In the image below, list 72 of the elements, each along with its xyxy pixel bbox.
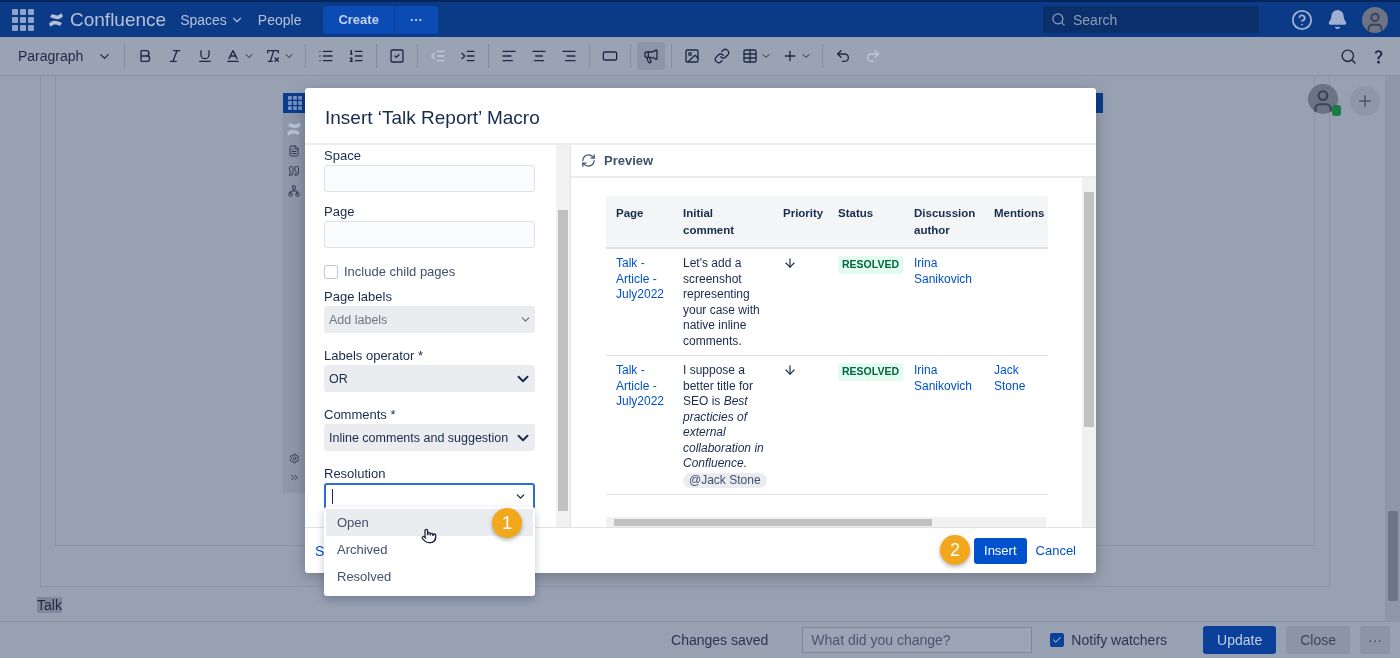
- hand-cursor-icon: [421, 528, 437, 544]
- change-comment-field[interactable]: What did you change?: [802, 627, 1033, 653]
- paragraph-style-dropdown[interactable]: Paragraph: [12, 48, 119, 64]
- page-link[interactable]: Talk - Article - July2022: [616, 256, 669, 303]
- quote-icon: [288, 165, 300, 177]
- field-label: Space: [324, 148, 362, 163]
- avatar[interactable]: [1362, 6, 1388, 33]
- mention-link[interactable]: Jack Stone: [994, 363, 1044, 394]
- presence-badge: [1332, 105, 1341, 116]
- update-button[interactable]: Update: [1203, 626, 1277, 654]
- comment-text: Let's add a screenshot representing your case with native inline comments.: [683, 256, 760, 348]
- page-icon: [288, 145, 300, 157]
- field-label: Comments *: [324, 407, 397, 422]
- field-label: Page: [324, 204, 356, 219]
- page-link[interactable]: Talk - Article - July2022: [616, 363, 669, 410]
- notify-checkbox[interactable]: [1050, 633, 1065, 647]
- field-label: Labels operator *: [324, 348, 424, 363]
- status-lozenge: RESOLVED: [838, 363, 903, 381]
- select-field[interactable]: Add labels: [324, 306, 535, 333]
- horizontal-scrollbar[interactable]: [606, 517, 1046, 527]
- check-icon: [1052, 635, 1063, 645]
- chevrons-right-icon: [288, 472, 300, 483]
- text-field[interactable]: [324, 221, 535, 248]
- notification-icon[interactable]: [1327, 9, 1348, 30]
- product-name[interactable]: Confluence: [70, 8, 167, 31]
- paragraph-style-label: Paragraph: [18, 48, 84, 64]
- app-switcher-icon[interactable]: [12, 8, 34, 31]
- refresh-icon[interactable]: [581, 153, 596, 168]
- select-field[interactable]: Inline comments and suggestion: [324, 424, 535, 451]
- confluence-logo-icon: [48, 11, 64, 28]
- megaphone-tool-button[interactable]: [637, 42, 666, 70]
- confluence-logo-icon: [286, 121, 302, 137]
- notify-label: Notify watchers: [1071, 632, 1168, 648]
- help-icon[interactable]: [1291, 8, 1313, 31]
- preview-title: Preview: [604, 153, 654, 168]
- search-icon: [1339, 47, 1357, 65]
- cancel-link[interactable]: Cancel: [1035, 543, 1076, 558]
- field-label: Resolution: [324, 466, 387, 481]
- insert-button[interactable]: Insert: [974, 537, 1027, 564]
- footer-link[interactable]: S: [315, 542, 325, 559]
- nav-link[interactable]: People: [257, 11, 302, 28]
- app-switcher-icon[interactable]: [288, 96, 302, 110]
- column-header: Initial comment: [673, 196, 773, 248]
- status-lozenge: RESOLVED: [838, 256, 903, 274]
- author-link[interactable]: Irina Sanikovich: [914, 363, 980, 394]
- more-button[interactable]: ···: [393, 5, 438, 34]
- mention-chip[interactable]: @Jack Stone: [683, 472, 767, 488]
- page-scrollbar[interactable]: [1385, 76, 1400, 621]
- preview-scrollbar[interactable]: [1082, 178, 1096, 527]
- create-button[interactable]: Create: [323, 5, 394, 34]
- settings-icon: [288, 453, 300, 464]
- checkbox-label: Include child pages: [344, 264, 456, 279]
- search-icon: [1051, 12, 1066, 27]
- column-header: Page: [606, 196, 673, 248]
- dialog-title: Insert ‘Talk Report’ Macro: [305, 88, 1096, 145]
- column-header: Priority: [773, 196, 828, 248]
- collaborator-avatar[interactable]: [1308, 84, 1338, 114]
- save-status: Changes saved: [671, 632, 769, 648]
- column-header: Discussion author: [904, 196, 984, 248]
- author-link[interactable]: Irina Sanikovich: [914, 256, 980, 287]
- text-field[interactable]: [324, 165, 535, 192]
- checkbox[interactable]: [324, 264, 338, 279]
- form-scrollbar[interactable]: [556, 145, 570, 527]
- selected-page-text: Talk: [37, 597, 62, 613]
- tree-icon: [288, 185, 300, 197]
- field-label: Page labels: [324, 289, 393, 304]
- nav-link[interactable]: Spaces: [180, 11, 244, 28]
- select-field[interactable]: OR: [324, 365, 535, 392]
- comment-text: I suppose a better title for SEO is Best practicies of external collaboration in Confluence.: [683, 363, 764, 470]
- column-header: Mentions: [984, 196, 1048, 248]
- search-field[interactable]: Search: [1043, 6, 1259, 33]
- column-header: Status: [828, 196, 904, 248]
